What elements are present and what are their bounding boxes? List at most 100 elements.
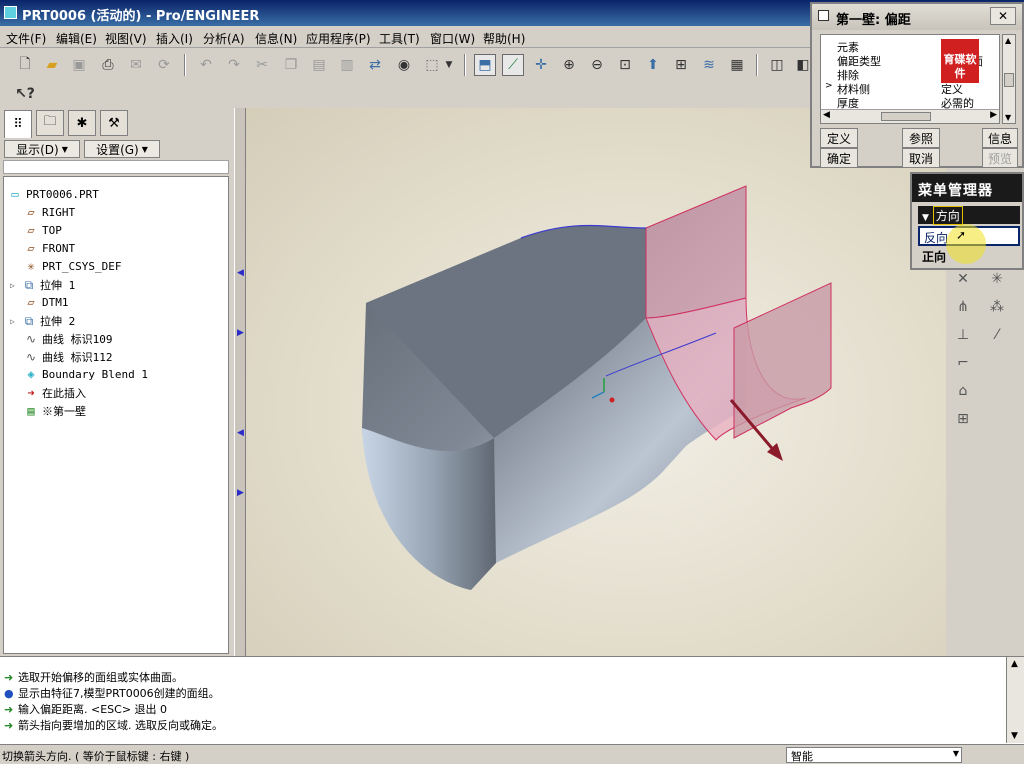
refs-button[interactable]: 参照: [902, 128, 940, 148]
graphics-window[interactable]: [246, 108, 946, 656]
open-icon[interactable]: ▰: [41, 54, 63, 76]
tree-item[interactable]: ▱ FRONT: [24, 241, 75, 255]
view-manager-icon[interactable]: ▦: [726, 54, 748, 76]
tree-item[interactable]: ∿ 曲线 标识112: [24, 349, 113, 365]
model-tree-tab[interactable]: ⠿: [4, 110, 32, 138]
layers-icon[interactable]: ≋: [698, 54, 720, 76]
chevron-down-icon[interactable]: ▼: [953, 749, 959, 758]
dialog-icon: [818, 10, 829, 21]
orient-icon[interactable]: ⬆: [642, 54, 664, 76]
menu-file[interactable]: 文件(F): [6, 30, 46, 47]
paste-icon[interactable]: ▤: [308, 54, 330, 76]
save-copy-icon[interactable]: ⟳: [153, 54, 175, 76]
scroll-thumb[interactable]: [881, 112, 931, 121]
chevron-down-icon[interactable]: ▼: [1005, 113, 1011, 122]
menu-tools[interactable]: 工具(T): [379, 30, 420, 47]
tree-item[interactable]: ▱ TOP: [24, 223, 62, 237]
chevron-up-icon[interactable]: ▲: [1011, 659, 1018, 669]
menu-view[interactable]: 视图(V): [105, 30, 147, 47]
csys-tool-icon[interactable]: ✳: [986, 268, 1008, 290]
shading-icon[interactable]: ◫: [766, 54, 788, 76]
message-scrollbar[interactable]: ▲ ▼: [1006, 657, 1024, 743]
point-display-icon[interactable]: ✛: [530, 54, 552, 76]
datum-display-icon[interactable]: ⬒: [474, 54, 496, 76]
horizontal-scrollbar[interactable]: ◀ ▶: [821, 109, 999, 123]
new-icon[interactable]: 🗋: [14, 54, 36, 76]
chevron-right-icon[interactable]: ▶: [990, 110, 997, 120]
regenerate-icon[interactable]: ⇄: [364, 54, 386, 76]
menu-edit[interactable]: 编辑(E): [56, 30, 97, 47]
preview-button[interactable]: 预览: [982, 148, 1018, 168]
tree-item[interactable]: ▷ ⧉ 拉伸 2: [10, 313, 75, 329]
print-icon[interactable]: ⎙: [97, 54, 119, 76]
find-icon[interactable]: ◉: [393, 54, 415, 76]
axis-tool-icon[interactable]: ⋔: [952, 296, 974, 318]
undo-icon[interactable]: ↶: [195, 54, 217, 76]
panel-splitter[interactable]: ◀ ▶ ◀ ▶: [234, 108, 246, 656]
tree-item[interactable]: ▤ ※第一壁: [24, 403, 86, 419]
chevron-left-icon[interactable]: ◀: [823, 110, 830, 120]
point-tool-icon[interactable]: ⁂: [986, 296, 1008, 318]
scroll-thumb[interactable]: [1004, 73, 1014, 87]
tree-item[interactable]: ◈ Boundary Blend 1: [24, 367, 148, 381]
sketch-tool-icon[interactable]: ✕: [952, 268, 974, 290]
tree-item[interactable]: ▷ ⧉ 拉伸 1: [10, 277, 75, 293]
send-icon[interactable]: ✉: [125, 54, 147, 76]
tree-item[interactable]: ➜ 在此插入: [24, 385, 86, 401]
shell-tool-icon[interactable]: ⌂: [952, 380, 974, 402]
pattern-tool-icon[interactable]: ⊞: [952, 408, 974, 430]
show-dropdown[interactable]: 显示(D) ▼: [4, 140, 80, 158]
menu-applications[interactable]: 应用程序(P): [306, 30, 371, 47]
menu-analysis[interactable]: 分析(A): [203, 30, 245, 47]
close-icon[interactable]: ✕: [990, 7, 1016, 25]
expand-icon[interactable]: ▷: [10, 281, 18, 290]
vertical-scrollbar[interactable]: ▲ ▼: [1002, 34, 1016, 124]
tree-item[interactable]: ▱ RIGHT: [24, 205, 75, 219]
menu-item-okay[interactable]: 正向: [918, 248, 1020, 266]
define-button[interactable]: 定义: [820, 128, 858, 148]
tools-tab[interactable]: ⚒: [100, 110, 128, 136]
chevron-down-icon[interactable]: ▼: [1011, 731, 1018, 741]
menu-info[interactable]: 信息(N): [255, 30, 297, 47]
cancel-button[interactable]: 取消: [902, 148, 940, 168]
context-help-icon[interactable]: ↖?: [14, 83, 36, 105]
zoom-in-icon[interactable]: ⊕: [558, 54, 580, 76]
favorites-tab[interactable]: ✱: [68, 110, 96, 136]
first-wall-icon: ▤: [27, 404, 35, 418]
plane-tool-icon[interactable]: ⊥: [952, 324, 974, 346]
cut-icon[interactable]: ✂: [251, 54, 273, 76]
expand-icon[interactable]: ▷: [10, 317, 18, 326]
menu-help[interactable]: 帮助(H): [483, 30, 525, 47]
tree-item[interactable]: ∿ 曲线 标识109: [24, 331, 113, 347]
curve-tool-icon[interactable]: ⁄: [986, 324, 1008, 346]
chevron-down-icon[interactable]: ▼: [443, 54, 455, 76]
first-wall-flap[interactable]: [733, 282, 832, 439]
view-list-icon[interactable]: ⊞: [670, 54, 692, 76]
menu-section-header[interactable]: ▼ 方向: [918, 206, 1020, 225]
paste-special-icon[interactable]: ▥: [336, 54, 358, 76]
chevron-left-icon: ◀: [237, 428, 244, 438]
selection-filter[interactable]: 智能 ▼: [786, 747, 962, 763]
info-button[interactable]: 信息: [982, 128, 1018, 148]
zoom-out-icon[interactable]: ⊖: [586, 54, 608, 76]
axis-display-icon[interactable]: ⟋: [502, 54, 524, 76]
first-wall-upper[interactable]: [645, 185, 747, 319]
refit-icon[interactable]: ⊡: [614, 54, 636, 76]
chevron-up-icon[interactable]: ▲: [1005, 36, 1011, 45]
tree-item[interactable]: ▭ PRT0006.PRT: [8, 187, 98, 201]
menu-window[interactable]: 窗口(W): [430, 30, 475, 47]
menu-insert[interactable]: 插入(I): [156, 30, 193, 47]
ok-button[interactable]: 确定: [820, 148, 858, 168]
save-icon[interactable]: ▣: [68, 54, 90, 76]
copy-icon[interactable]: ❐: [280, 54, 302, 76]
list-row[interactable]: > 材料侧 定义: [821, 81, 999, 96]
tree-item[interactable]: ▱ DTM1: [24, 295, 68, 309]
layer-tab[interactable]: 🗀: [36, 110, 64, 136]
select-box-icon[interactable]: ⬚: [421, 54, 443, 76]
settings-dropdown[interactable]: 设置(G) ▼: [84, 140, 160, 158]
menu-item-flip[interactable]: 反向 ➚: [918, 224, 1020, 264]
redo-icon[interactable]: ↷: [223, 54, 245, 76]
tree-item[interactable]: ✳ PRT_CSYS_DEF: [24, 259, 121, 273]
list-row[interactable]: 厚度 必需的: [821, 95, 999, 110]
round-tool-icon[interactable]: ⌐: [952, 352, 974, 374]
